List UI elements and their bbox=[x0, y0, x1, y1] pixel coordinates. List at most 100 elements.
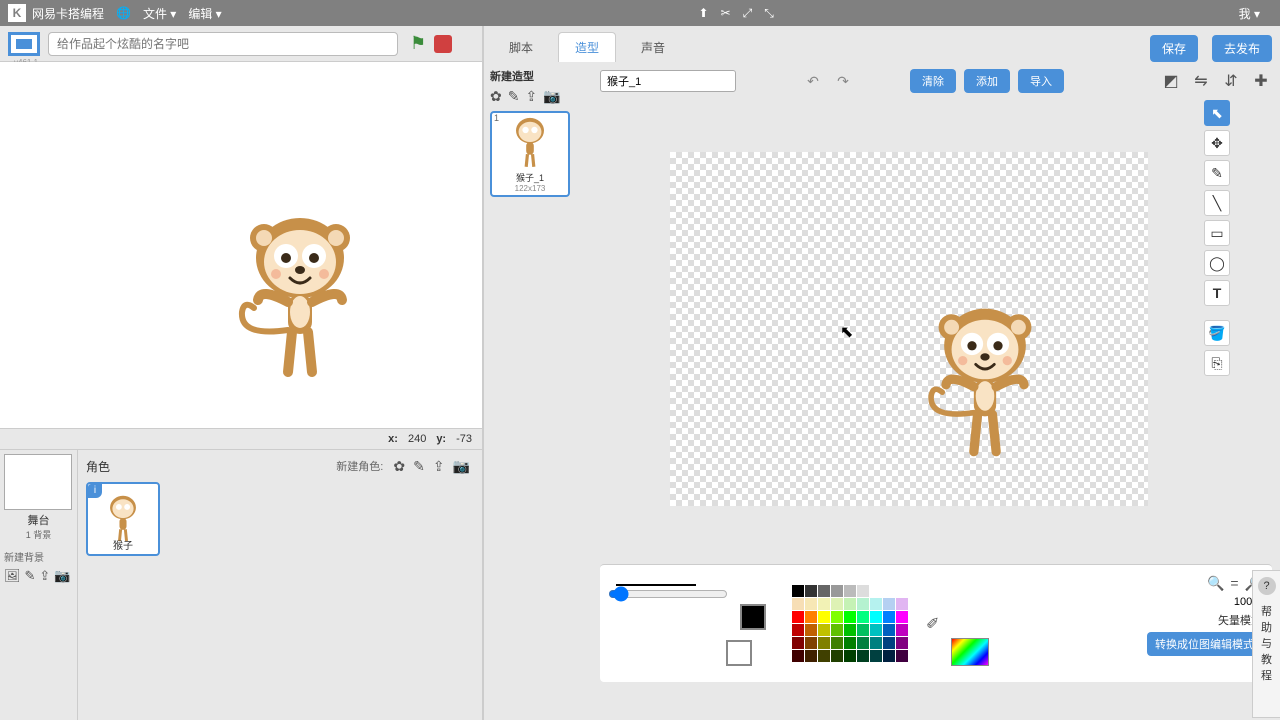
palette-swatch[interactable] bbox=[870, 650, 882, 662]
line-tool-icon[interactable]: ╲ bbox=[1204, 190, 1230, 216]
palette-swatch[interactable] bbox=[818, 585, 830, 597]
palette-swatch[interactable] bbox=[831, 650, 843, 662]
stop-icon[interactable] bbox=[434, 35, 452, 53]
stage[interactable] bbox=[0, 62, 482, 428]
palette-swatch[interactable] bbox=[792, 611, 804, 623]
zoom-reset-icon[interactable]: = bbox=[1230, 575, 1238, 592]
palette-swatch[interactable] bbox=[870, 611, 882, 623]
palette-swatch[interactable] bbox=[792, 650, 804, 662]
palette-swatch[interactable] bbox=[870, 585, 882, 597]
palette-swatch[interactable] bbox=[844, 650, 856, 662]
flip-horizontal-icon[interactable]: ⇋ bbox=[1190, 70, 1212, 92]
palette-swatch[interactable] bbox=[857, 598, 869, 610]
primary-color-swatch[interactable] bbox=[740, 604, 766, 630]
pencil-tool-icon[interactable]: ✎ bbox=[1204, 160, 1230, 186]
costume-library-icon[interactable]: ✿ bbox=[490, 88, 502, 105]
palette-swatch[interactable] bbox=[805, 598, 817, 610]
palette-swatch[interactable] bbox=[818, 624, 830, 636]
palette-swatch[interactable] bbox=[831, 598, 843, 610]
palette-swatch[interactable] bbox=[883, 650, 895, 662]
fill-tool-icon[interactable]: 🪣 bbox=[1204, 320, 1230, 346]
palette-swatch[interactable] bbox=[818, 598, 830, 610]
convert-bitmap-button[interactable]: 转换成位图编辑模式 bbox=[1147, 632, 1262, 656]
backdrop-upload-icon[interactable]: ⇪ bbox=[39, 568, 50, 584]
stamp-icon[interactable]: ⬆ bbox=[699, 6, 709, 20]
publish-button[interactable]: 去发布 bbox=[1212, 35, 1272, 62]
palette-swatch[interactable] bbox=[844, 585, 856, 597]
clear-button[interactable]: 清除 bbox=[910, 69, 956, 93]
undo-icon[interactable]: ↶ bbox=[802, 70, 824, 92]
project-title-input[interactable] bbox=[48, 32, 398, 56]
select-tool-icon[interactable]: ⬉ bbox=[1204, 100, 1230, 126]
palette-swatch[interactable] bbox=[792, 624, 804, 636]
palette-swatch[interactable] bbox=[818, 637, 830, 649]
palette-swatch[interactable] bbox=[857, 637, 869, 649]
import-button[interactable]: 导入 bbox=[1018, 69, 1064, 93]
palette-swatch[interactable] bbox=[896, 611, 908, 623]
palette-swatch[interactable] bbox=[883, 624, 895, 636]
palette-swatch[interactable] bbox=[792, 637, 804, 649]
tab-costumes[interactable]: 造型 bbox=[558, 32, 616, 62]
color-palette[interactable] bbox=[792, 585, 908, 662]
set-center-icon[interactable]: ✚ bbox=[1250, 70, 1272, 92]
palette-swatch[interactable] bbox=[883, 637, 895, 649]
cut-icon[interactable]: ✂ bbox=[721, 6, 731, 20]
palette-swatch[interactable] bbox=[792, 585, 804, 597]
palette-swatch[interactable] bbox=[805, 585, 817, 597]
backdrop-library-icon[interactable]: 🖼 bbox=[4, 568, 21, 584]
paint-canvas[interactable]: ⬉ bbox=[670, 152, 1148, 506]
palette-swatch[interactable] bbox=[896, 637, 908, 649]
palette-swatch[interactable] bbox=[805, 611, 817, 623]
palette-swatch[interactable] bbox=[870, 637, 882, 649]
zoom-out-icon[interactable]: 🔍 bbox=[1207, 575, 1224, 592]
shrink-icon[interactable]: ⤡ bbox=[764, 6, 774, 21]
palette-swatch[interactable] bbox=[896, 624, 908, 636]
eyedropper-icon[interactable]: ✐ bbox=[926, 614, 939, 634]
palette-swatch[interactable] bbox=[831, 637, 843, 649]
palette-swatch[interactable] bbox=[818, 611, 830, 623]
backdrop-paint-icon[interactable]: ✎ bbox=[25, 568, 36, 584]
palette-swatch[interactable] bbox=[896, 650, 908, 662]
menu-file[interactable]: 文件 ▾ bbox=[143, 5, 176, 22]
sprite-upload-icon[interactable]: ⇪ bbox=[433, 458, 445, 475]
help-icon[interactable]: ? bbox=[1258, 577, 1276, 595]
palette-swatch[interactable] bbox=[857, 650, 869, 662]
stage-size-icon[interactable] bbox=[8, 32, 40, 56]
backdrop-camera-icon[interactable]: 📷 bbox=[54, 568, 70, 584]
palette-swatch[interactable] bbox=[844, 611, 856, 623]
color-picker-icon[interactable] bbox=[951, 638, 989, 666]
sprite-library-icon[interactable]: ✿ bbox=[393, 458, 405, 475]
costume-name-input[interactable] bbox=[600, 70, 736, 92]
sprite-info-icon[interactable]: i bbox=[88, 484, 102, 498]
palette-swatch[interactable] bbox=[792, 598, 804, 610]
costume-on-canvas[interactable] bbox=[920, 297, 1050, 467]
sprite-on-stage[interactable] bbox=[230, 212, 370, 382]
palette-swatch[interactable] bbox=[883, 585, 895, 597]
reshape-tool-icon[interactable]: ✥ bbox=[1204, 130, 1230, 156]
costume-camera-icon[interactable]: 📷 bbox=[543, 88, 560, 105]
line-width-slider[interactable] bbox=[608, 586, 728, 602]
palette-swatch[interactable] bbox=[831, 585, 843, 597]
palette-swatch[interactable] bbox=[844, 624, 856, 636]
crop-icon[interactable]: ◩ bbox=[1160, 70, 1182, 92]
palette-swatch[interactable] bbox=[844, 637, 856, 649]
help-tab[interactable]: ? 帮 助 与 教 程 bbox=[1252, 570, 1280, 718]
costume-upload-icon[interactable]: ⇪ bbox=[525, 88, 537, 105]
palette-swatch[interactable] bbox=[870, 598, 882, 610]
palette-swatch[interactable] bbox=[857, 624, 869, 636]
stage-thumbnail[interactable] bbox=[4, 454, 72, 510]
secondary-color-swatch[interactable] bbox=[726, 640, 752, 666]
ellipse-tool-icon[interactable]: ◯ bbox=[1204, 250, 1230, 276]
palette-swatch[interactable] bbox=[883, 611, 895, 623]
palette-swatch[interactable] bbox=[805, 650, 817, 662]
text-tool-icon[interactable]: T bbox=[1204, 280, 1230, 306]
costume-paint-icon[interactable]: ✎ bbox=[508, 88, 520, 105]
costume-thumbnail[interactable]: 1 猴子_1 122x173 bbox=[490, 111, 570, 197]
tab-sounds[interactable]: 声音 bbox=[624, 32, 682, 62]
palette-swatch[interactable] bbox=[857, 611, 869, 623]
palette-swatch[interactable] bbox=[805, 624, 817, 636]
flip-vertical-icon[interactable]: ⇵ bbox=[1220, 70, 1242, 92]
palette-swatch[interactable] bbox=[818, 650, 830, 662]
green-flag-icon[interactable]: ⚑ bbox=[410, 33, 426, 54]
sprite-camera-icon[interactable]: 📷 bbox=[453, 458, 470, 475]
